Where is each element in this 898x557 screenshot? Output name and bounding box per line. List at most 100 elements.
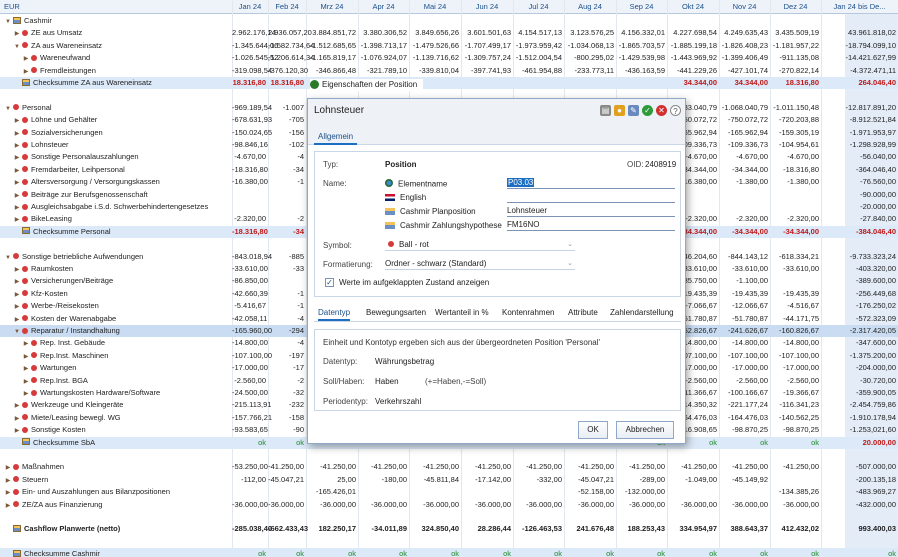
expand-arrow-icon[interactable]: ▶ [22, 338, 30, 349]
value-cell[interactable]: -41.250,00 [667, 461, 719, 473]
value-cell[interactable]: -41.250,00 [719, 461, 770, 473]
value-cell[interactable]: -221.177,24 [719, 399, 770, 411]
value-cell[interactable]: -1.298.928,99 [821, 139, 898, 151]
value-cell[interactable]: -5.416,67 [232, 300, 268, 312]
value-cell[interactable]: 3.884.851,72 [306, 27, 358, 39]
value-cell[interactable]: -41.250,00 [564, 461, 616, 473]
value-cell[interactable]: -346.866,48 [306, 65, 358, 77]
value-cell[interactable]: ok [770, 437, 821, 449]
value-cell[interactable]: 43.961.818,02 [821, 27, 898, 39]
cancel-button[interactable]: Abbrechen [616, 421, 674, 439]
value-cell[interactable]: -19.366,67 [770, 387, 821, 399]
value-cell[interactable]: -41.250,00 [616, 461, 667, 473]
value-cell[interactable]: -1.181.957,22 [770, 40, 821, 52]
value-cell[interactable]: -2.320,00 [232, 213, 268, 225]
value-cell[interactable]: 2.962.176,14 [232, 27, 276, 39]
value-cell[interactable]: -969.189,54 [232, 102, 272, 114]
value-cell[interactable]: -100.166,67 [719, 387, 770, 399]
value-cell[interactable]: -1.007 [268, 102, 306, 114]
value-cell[interactable]: 3.380.306,52 [358, 27, 409, 39]
expand-arrow-icon[interactable]: ▶ [13, 165, 21, 176]
value-cell[interactable]: -1.034.068,13 [564, 40, 616, 52]
value-cell[interactable]: -98.846,16 [232, 139, 268, 151]
value-cell[interactable]: -4 [268, 151, 306, 163]
value-cell[interactable]: -34 [268, 164, 306, 176]
collapse-arrow-icon[interactable]: ▼ [4, 103, 12, 114]
value-cell[interactable]: -2.560,00 [770, 375, 821, 387]
value-cell[interactable]: 264.046,40 [821, 77, 898, 89]
value-cell[interactable]: -1.380,00 [770, 176, 821, 188]
value-cell[interactable]: 28.286,44 [461, 523, 513, 535]
value-cell[interactable]: -1.068.040,79 [719, 102, 770, 114]
table-row[interactable]: Checksumme Cashmir ok ok ok ok ok ok ok ok ok ok ok… [0, 548, 898, 557]
value-cell[interactable]: -4.372.471,11 [821, 65, 898, 77]
value-cell[interactable]: -427.101,74 [719, 65, 770, 77]
value-cell[interactable]: ok [513, 548, 564, 557]
value-cell[interactable]: -86.850,00 [232, 275, 268, 287]
value-cell[interactable]: -90.000,00 [821, 189, 898, 201]
value-cell[interactable]: ok [409, 548, 461, 557]
value-cell[interactable]: -56.040,00 [821, 151, 898, 163]
value-cell[interactable]: ok [564, 548, 616, 557]
value-cell[interactable]: -1.826.408,23 [719, 40, 770, 52]
value-cell[interactable]: -45.811,84 [409, 474, 461, 486]
value-cell[interactable]: -18.316,80 [232, 164, 268, 176]
value-cell[interactable]: -2 [268, 375, 306, 387]
value-cell[interactable]: -156 [268, 127, 306, 139]
zahlungshypothese-input[interactable]: FM16NO [507, 219, 675, 231]
value-cell[interactable]: -19.435,39 [770, 288, 821, 300]
value-cell[interactable]: -36.000,00 [564, 499, 616, 511]
value-cell[interactable]: -4.670,00 [770, 151, 821, 163]
value-cell[interactable]: -1.971.953,97 [821, 127, 898, 139]
value-cell[interactable]: -232 [268, 399, 306, 411]
expand-arrow-icon[interactable]: ▶ [13, 177, 21, 188]
value-cell[interactable]: -17.000,00 [719, 362, 770, 374]
value-cell[interactable]: -36.000,00 [667, 499, 719, 511]
value-cell[interactable]: 4.156.332,01 [616, 27, 667, 39]
value-cell[interactable]: -16.380,00 [232, 176, 268, 188]
value-cell[interactable]: ok [268, 437, 306, 449]
value-cell[interactable]: -159.305,19 [770, 127, 821, 139]
value-cell[interactable]: -41.250,00 [358, 461, 409, 473]
value-cell[interactable]: -705 [268, 114, 306, 126]
value-cell[interactable]: -359.900,05 [821, 387, 898, 399]
value-cell[interactable]: ok [770, 548, 821, 557]
tab-allgemein[interactable]: Allgemein [314, 128, 358, 145]
value-cell[interactable]: -33.610,00 [719, 263, 770, 275]
value-cell[interactable]: -93.583,65 [232, 424, 268, 436]
value-cell[interactable]: -662.433,43 [268, 523, 308, 535]
value-cell[interactable]: -27.840,00 [821, 213, 898, 225]
ok-button[interactable]: OK [578, 421, 608, 439]
value-cell[interactable]: -233.773,11 [564, 65, 616, 77]
value-cell[interactable]: -432.000,00 [821, 499, 898, 511]
value-cell[interactable]: -1.076.924,07 [358, 52, 409, 64]
value-cell[interactable]: -52.158,00 [564, 486, 616, 498]
value-cell[interactable]: -2.320,00 [719, 213, 770, 225]
value-cell[interactable]: -158 [268, 412, 306, 424]
expand-arrow-icon[interactable]: ▶ [22, 66, 30, 77]
column-header-month[interactable]: Feb 24 [268, 0, 306, 14]
expand-arrow-icon[interactable]: ▶ [22, 53, 30, 64]
value-cell[interactable]: -319.098,54 [232, 65, 272, 77]
value-cell[interactable]: -90 [268, 424, 306, 436]
value-cell[interactable]: -4 [268, 313, 306, 325]
value-cell[interactable]: -42.660,39 [232, 288, 268, 300]
expand-arrow-icon[interactable]: ▶ [13, 152, 21, 163]
value-cell[interactable]: -41.250,00 [268, 461, 306, 473]
confirm-icon[interactable]: ✓ [642, 105, 653, 116]
edit-icon[interactable]: ✎ [628, 105, 639, 116]
value-cell[interactable]: -17.142,00 [461, 474, 513, 486]
table-row[interactable]: ▼ Cashmir [0, 15, 898, 27]
value-cell[interactable]: -1.479.526,66 [409, 40, 461, 52]
value-cell[interactable]: 412.432,02 [770, 523, 821, 535]
value-cell[interactable]: -18.316,80 [770, 164, 821, 176]
value-cell[interactable]: ok [616, 548, 667, 557]
value-cell[interactable]: -1.512.685,65 [306, 40, 358, 52]
value-cell[interactable]: -321.789,10 [358, 65, 409, 77]
table-row[interactable]: ▶ Maßnahmen -53.250,00 -41.250,00 -41.250,00… [0, 461, 898, 473]
value-cell[interactable]: -24.500,00 [232, 387, 268, 399]
expand-arrow-icon[interactable]: ▶ [13, 276, 21, 287]
table-row[interactable]: ▶ ZE/ZA aus Finanzierung -36.000,00 -36.000… [0, 499, 898, 511]
value-cell[interactable]: -18.794.099,10 [821, 40, 898, 52]
value-cell[interactable]: -1.865.703,57 [616, 40, 667, 52]
